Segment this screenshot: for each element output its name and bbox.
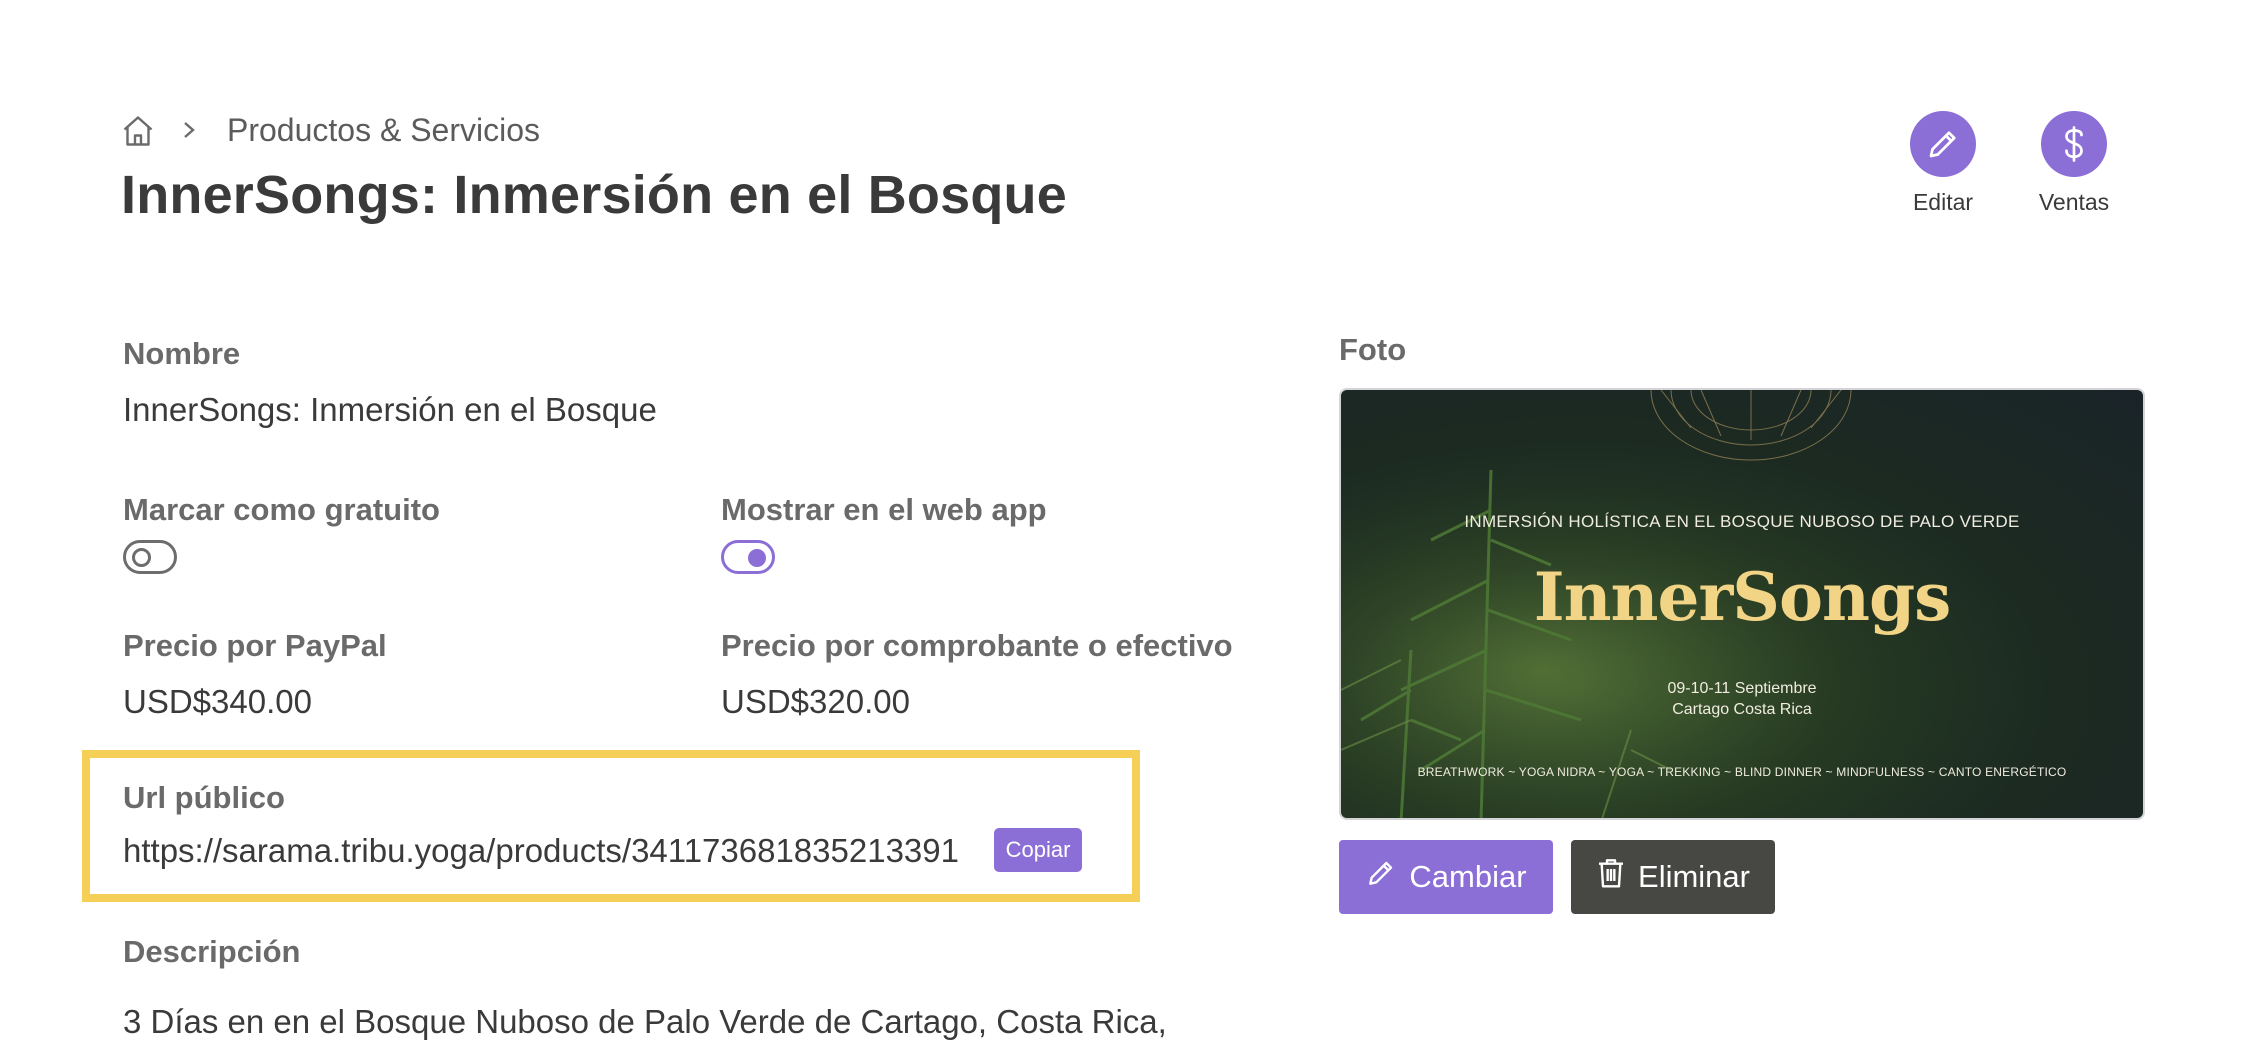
description-label: Descripción bbox=[123, 934, 301, 969]
delete-photo-button[interactable]: Eliminar bbox=[1571, 840, 1775, 914]
page-title: InnerSongs: Inmersión en el Bosque bbox=[121, 165, 1067, 225]
webapp-label: Mostrar en el web app bbox=[721, 492, 1047, 527]
copy-button[interactable]: Copiar bbox=[994, 828, 1082, 872]
dollar-icon bbox=[2041, 111, 2107, 177]
price-paypal-value: USD$340.00 bbox=[123, 683, 312, 720]
price-cash-label: Precio por comprobante o efectivo bbox=[721, 628, 1233, 663]
pencil-icon bbox=[1365, 857, 1397, 897]
description-value: 3 Días en en el Bosque Nuboso de Palo Ve… bbox=[123, 1003, 1167, 1040]
breadcrumb-link-products[interactable]: Productos & Servicios bbox=[227, 108, 540, 152]
price-cash-value: USD$320.00 bbox=[721, 683, 910, 720]
photo-label: Foto bbox=[1339, 332, 1407, 367]
chevron-right-icon bbox=[180, 112, 204, 148]
public-url-highlight bbox=[82, 750, 1140, 902]
public-url-value[interactable]: https://sarama.tribu.yoga/products/34117… bbox=[123, 829, 959, 873]
home-icon[interactable] bbox=[120, 113, 156, 149]
photo-activities: BREATHWORK ~ YOGA NIDRA ~ YOGA ~ TREKKIN… bbox=[1417, 765, 2067, 779]
public-url-label: Url público bbox=[123, 780, 285, 815]
product-photo: INMERSIÓN HOLÍSTICA EN EL BOSQUE NUBOSO … bbox=[1339, 388, 2145, 820]
pencil-icon bbox=[1910, 111, 1976, 177]
photo-place: Cartago Costa Rica bbox=[1672, 701, 1812, 718]
sales-button[interactable]: Ventas bbox=[2019, 111, 2129, 217]
edit-button[interactable]: Editar bbox=[1888, 111, 1998, 217]
price-paypal-label: Precio por PayPal bbox=[123, 628, 387, 663]
sales-label: Ventas bbox=[2038, 189, 2110, 215]
webapp-toggle[interactable] bbox=[721, 540, 775, 574]
edit-label: Editar bbox=[1912, 189, 1974, 215]
free-label: Marcar como gratuito bbox=[123, 492, 440, 527]
free-toggle[interactable] bbox=[123, 540, 177, 574]
photo-date: 09-10-11 Septiembre bbox=[1667, 680, 1817, 697]
change-photo-button[interactable]: Cambiar bbox=[1339, 840, 1553, 914]
photo-subheading: INMERSIÓN HOLÍSTICA EN EL BOSQUE NUBOSO … bbox=[1464, 512, 2020, 531]
trash-icon bbox=[1596, 857, 1626, 897]
name-value: InnerSongs: Inmersión en el Bosque bbox=[123, 391, 657, 428]
photo-brand: InnerSongs bbox=[1533, 558, 1952, 636]
delete-label: Eliminar bbox=[1638, 859, 1750, 894]
name-label: Nombre bbox=[123, 336, 241, 371]
change-label: Cambiar bbox=[1409, 859, 1527, 894]
